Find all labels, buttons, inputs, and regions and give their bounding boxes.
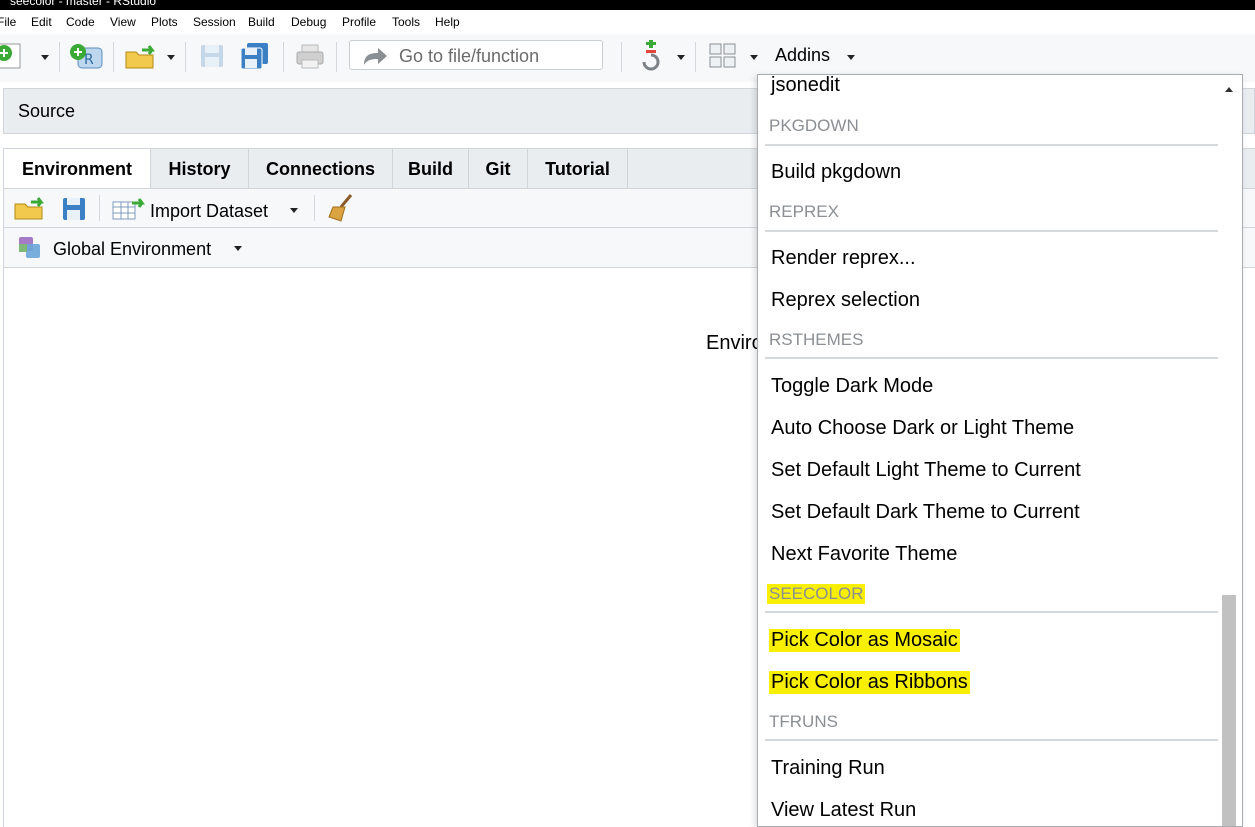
menu-item-reprex-selection[interactable]: Reprex selection: [771, 289, 920, 312]
menu-edit[interactable]: Edit: [31, 15, 52, 29]
toolbar-divider: [336, 42, 337, 72]
menu-header-reprex: REPREX: [769, 202, 839, 221]
import-dropdown-icon[interactable]: [290, 208, 298, 213]
folder-open-icon: [125, 45, 155, 69]
window-titlebar: seecolor - master - RStudio: [0, 0, 1255, 10]
menu-profile[interactable]: Profile: [342, 15, 376, 29]
print-button[interactable]: [296, 44, 324, 70]
tab-environment[interactable]: Environment: [4, 149, 151, 189]
panes-layout-button[interactable]: [709, 43, 737, 69]
menu-help[interactable]: Help: [435, 15, 460, 29]
new-project-button[interactable]: R: [70, 42, 104, 70]
addins-dropdown-menu[interactable]: jsonedit PKGDOWN Build pkgdown REPREX Re…: [757, 74, 1243, 827]
toolbar-divider: [621, 42, 622, 72]
menu-session[interactable]: Session: [193, 15, 236, 29]
new-file-button[interactable]: [0, 42, 28, 70]
source-pane-title: Source: [18, 101, 76, 121]
new-file-dropdown-icon[interactable]: [41, 55, 49, 60]
toolbar-divider: [113, 42, 114, 72]
menu-item-render-reprex[interactable]: Render reprex...: [771, 247, 916, 270]
load-workspace-button[interactable]: [13, 197, 49, 221]
menu-divider: [765, 230, 1218, 232]
menu-plots[interactable]: Plots: [151, 15, 178, 29]
menu-tools[interactable]: Tools: [392, 15, 420, 29]
goto-arrow-icon: [364, 48, 387, 65]
window-title: seecolor - master - RStudio: [10, 0, 157, 8]
menu-bar: File Edit Code View Plots Session Build …: [0, 10, 1255, 34]
printer-icon: [296, 44, 324, 69]
open-file-button[interactable]: [124, 44, 160, 70]
clear-workspace-button[interactable]: [327, 193, 357, 223]
toolbar-divider: [59, 42, 60, 72]
scroll-up-arrow-icon[interactable]: [1225, 87, 1233, 92]
menu-item-jsonedit[interactable]: jsonedit: [771, 75, 840, 97]
version-control-icon: [642, 40, 660, 71]
toolbar-divider: [283, 42, 284, 72]
menu-item-view-latest-run[interactable]: View Latest Run: [771, 799, 916, 822]
save-all-icon: [240, 43, 268, 70]
tab-history[interactable]: History: [151, 149, 249, 189]
menu-file[interactable]: File: [0, 15, 16, 29]
save-icon: [63, 198, 85, 220]
broom-icon: [328, 194, 353, 222]
menu-code[interactable]: Code: [66, 15, 95, 29]
import-dataset-button[interactable]: Import Dataset: [150, 201, 268, 222]
menu-item-auto-choose-theme[interactable]: Auto Choose Dark or Light Theme: [771, 417, 1074, 440]
tab-connections[interactable]: Connections: [249, 149, 393, 189]
menu-header-rsthemes: RSTHEMES: [769, 330, 864, 349]
tab-tutorial[interactable]: Tutorial: [528, 149, 628, 189]
save-all-button[interactable]: [240, 42, 270, 70]
menu-view[interactable]: View: [110, 15, 136, 29]
table-import-icon: [112, 198, 145, 220]
menu-item-set-default-light[interactable]: Set Default Light Theme to Current: [771, 459, 1081, 482]
toolbar-divider: [695, 42, 696, 72]
menu-header-tfruns: TFRUNS: [769, 712, 838, 731]
toolbar-divider: [185, 42, 186, 72]
save-icon: [201, 45, 223, 67]
grid-panes-icon: [709, 43, 736, 68]
global-environment-selector[interactable]: Global Environment: [53, 239, 211, 260]
goto-placeholder: Go to file/function: [399, 46, 540, 66]
menu-header-pkgdown: PKGDOWN: [769, 116, 859, 135]
new-project-icon: R: [70, 44, 103, 69]
goto-file-function-input[interactable]: Go to file/function: [349, 40, 603, 70]
menu-item-training-run[interactable]: Training Run: [771, 757, 885, 780]
tab-build[interactable]: Build: [393, 149, 469, 189]
vcs-button[interactable]: [638, 40, 664, 72]
env-selector-dropdown-icon[interactable]: [234, 246, 242, 251]
environment-icon: [17, 236, 43, 260]
menu-item-pick-color-ribbons[interactable]: Pick Color as Ribbons: [769, 671, 970, 694]
addins-menu-button[interactable]: Addins: [775, 45, 830, 66]
menu-divider: [765, 611, 1218, 613]
menu-item-pick-color-mosaic[interactable]: Pick Color as Mosaic: [769, 629, 960, 652]
menu-divider: [765, 739, 1218, 741]
menu-build[interactable]: Build: [248, 15, 275, 29]
tab-git[interactable]: Git: [469, 149, 528, 189]
menu-item-set-default-dark[interactable]: Set Default Dark Theme to Current: [771, 501, 1080, 524]
save-workspace-button[interactable]: [62, 197, 86, 221]
menu-divider: [765, 357, 1218, 359]
menu-scrollbar-thumb[interactable]: [1222, 595, 1236, 826]
toolbar-divider: [314, 195, 315, 221]
open-dropdown-icon[interactable]: [167, 55, 175, 60]
toolbar-divider: [99, 195, 100, 221]
folder-open-icon: [14, 197, 44, 220]
save-button[interactable]: [200, 44, 226, 70]
environment-empty-message: Enviro: [706, 332, 763, 354]
panes-dropdown-icon[interactable]: [750, 55, 758, 60]
new-file-icon: [0, 43, 21, 69]
vcs-dropdown-icon[interactable]: [677, 55, 685, 60]
menu-divider: [765, 144, 1218, 146]
menu-header-seecolor: SEECOLOR: [767, 584, 866, 604]
menu-debug[interactable]: Debug: [291, 15, 326, 29]
import-dataset-icon-wrap[interactable]: [112, 197, 146, 221]
menu-item-toggle-dark-mode[interactable]: Toggle Dark Mode: [771, 375, 933, 398]
addins-dropdown-icon[interactable]: [847, 55, 855, 60]
menu-item-build-pkgdown[interactable]: Build pkgdown: [771, 161, 901, 184]
menu-item-next-favorite-theme[interactable]: Next Favorite Theme: [771, 543, 957, 566]
